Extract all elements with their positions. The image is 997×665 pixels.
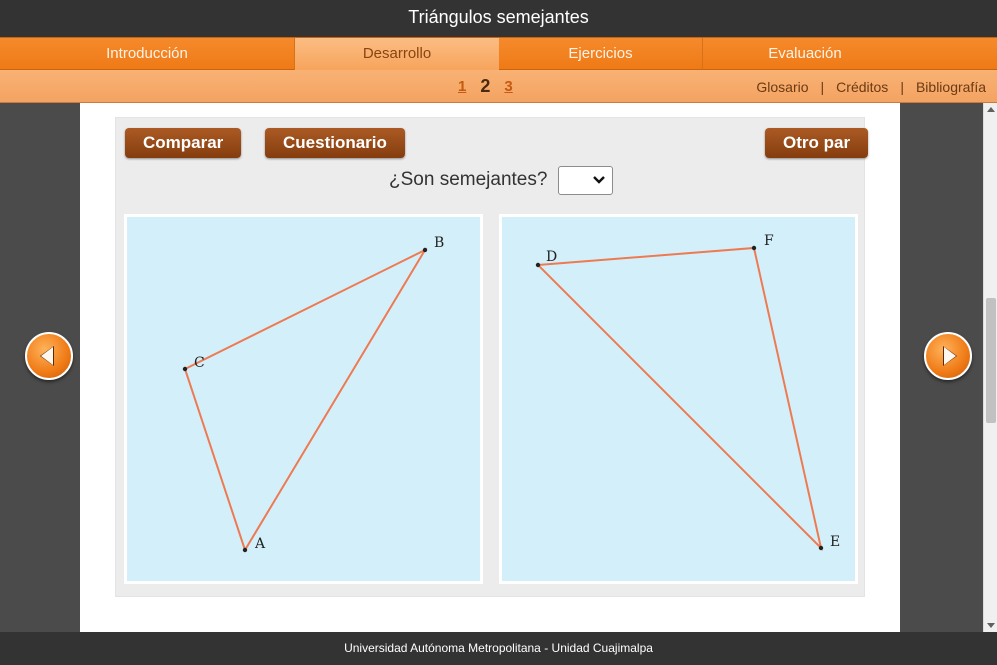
link-separator: | (820, 78, 825, 95)
scrollbar-thumb[interactable] (986, 298, 996, 423)
content-area: Comparar Cuestionario Otro par ¿Son seme… (80, 103, 900, 632)
vertex-f-point (751, 245, 757, 251)
tab-evaluacion[interactable]: Evaluación (703, 38, 907, 70)
triangle-def-figure: D F E (535, 233, 840, 552)
app-title: Triángulos semejantes (0, 0, 997, 37)
page-link-1[interactable]: 1 (458, 78, 466, 95)
vertex-label-b: B (434, 235, 444, 251)
similarity-select[interactable] (558, 165, 614, 195)
stage: Comparar Cuestionario Otro par ¿Son seme… (0, 103, 997, 632)
previous-page-button[interactable] (25, 332, 73, 380)
scroll-down-icon[interactable] (984, 618, 997, 632)
other-pair-button[interactable]: Otro par (765, 128, 869, 158)
triangle-abc-canvas: A B C (124, 214, 483, 584)
vertex-label-e: E (830, 534, 840, 550)
vertex-label-c: C (194, 355, 205, 371)
vertical-scrollbar[interactable] (983, 103, 997, 632)
resource-links: Glosario | Créditos | Bibliografía (756, 70, 986, 103)
next-page-button[interactable] (924, 332, 972, 380)
arrow-left-icon (40, 346, 54, 366)
tab-ejercicios[interactable]: Ejercicios (499, 38, 703, 70)
question-text: ¿Son semejantes? (389, 169, 548, 190)
credits-link[interactable]: Créditos (836, 79, 888, 95)
triangle-def (535, 246, 823, 552)
footer: Universidad Autónoma Metropolitana - Uni… (0, 632, 997, 665)
sub-navigation: 1 2 3 Glosario | Créditos | Bibliografía (0, 70, 997, 103)
tab-introduccion[interactable]: Introducción (0, 38, 295, 70)
main-tabs: Introducción Desarrollo Ejercicios Evalu… (0, 37, 997, 70)
similarity-question: ¿Son semejantes? (389, 165, 614, 195)
vertex-d-point (535, 262, 541, 268)
link-separator: | (900, 78, 904, 95)
glossary-link[interactable]: Glosario (756, 79, 808, 95)
quiz-button[interactable]: Cuestionario (265, 128, 405, 158)
activity-panel: Comparar Cuestionario Otro par ¿Son seme… (115, 117, 869, 597)
page-current-2: 2 (480, 76, 491, 96)
tab-desarrollo[interactable]: Desarrollo (295, 38, 499, 70)
arrow-right-icon (943, 346, 957, 366)
vertex-b-point (422, 247, 428, 253)
triangle-abc-figure: A B C (182, 235, 444, 553)
vertex-label-f: F (764, 233, 774, 249)
triangle-abc (183, 247, 428, 553)
vertex-label-a: A (254, 536, 266, 552)
vertex-c-point (182, 366, 188, 372)
page-selector: 1 2 3 (458, 70, 513, 103)
vertex-label-d: D (546, 249, 557, 265)
bibliography-link[interactable]: Bibliografía (916, 79, 986, 95)
chevron-down-icon (593, 175, 606, 184)
vertex-e-point (818, 545, 824, 551)
page-link-3[interactable]: 3 (504, 78, 512, 95)
vertex-a-point (242, 547, 248, 553)
triangle-def-canvas: D F E (499, 214, 858, 584)
scroll-up-icon[interactable] (984, 103, 997, 117)
compare-button[interactable]: Comparar (125, 128, 242, 158)
